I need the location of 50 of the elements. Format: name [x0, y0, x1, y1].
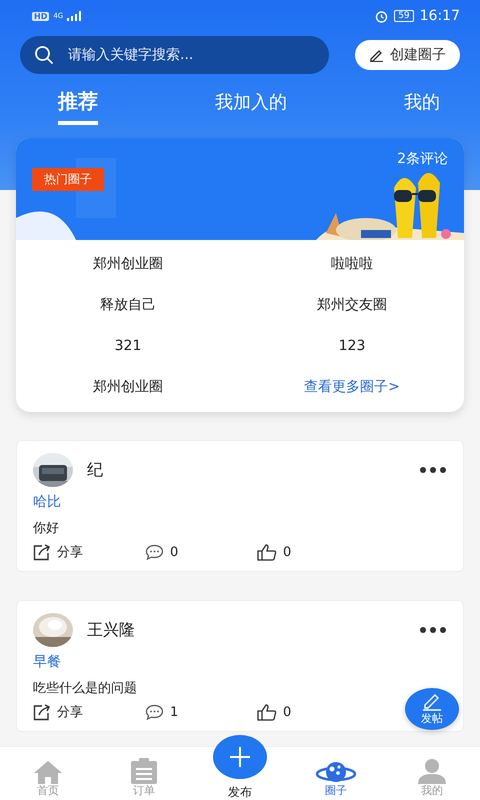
planet-icon — [316, 760, 356, 784]
alarm-icon — [375, 10, 388, 22]
comment-icon — [145, 544, 164, 560]
pencil-icon — [369, 48, 384, 62]
circle-name[interactable]: 321 — [16, 326, 240, 367]
share-button[interactable]: 分享 — [33, 703, 145, 721]
hot-circle-badge: 热门圈子 — [32, 168, 104, 191]
comment-count: 2条评论 — [397, 150, 448, 168]
clipboard-icon — [130, 758, 158, 784]
author-name: 王兴隆 — [87, 620, 136, 640]
post-text: 吃些什么是的问题 — [33, 680, 138, 697]
circle-name[interactable]: 释放自己 — [16, 285, 240, 326]
post-text: 你好 — [33, 520, 60, 537]
person-icon — [418, 758, 446, 784]
share-icon — [33, 544, 51, 560]
clock-time: 16:17 — [420, 8, 460, 24]
tab[interactable]: 我的 — [404, 86, 440, 125]
share-button[interactable]: 分享 — [33, 543, 145, 561]
comment-button[interactable]: 1 — [145, 704, 257, 720]
home-icon — [33, 760, 63, 784]
network-label: HD — [32, 12, 50, 20]
circle-name[interactable]: 郑州交友圈 — [240, 285, 464, 326]
nav-tab[interactable]: 圈子 — [288, 747, 384, 800]
comment-button[interactable]: 0 — [145, 544, 257, 560]
circle-tag[interactable]: 早餐 — [33, 653, 447, 671]
signal-icon — [67, 11, 84, 21]
search-input[interactable]: 请输入关键字搜索... — [66, 46, 315, 64]
circle-name[interactable]: 123 — [240, 326, 464, 367]
tab[interactable]: 我加入的 — [215, 86, 287, 125]
create-circle-button[interactable]: 创建圈子 — [355, 40, 460, 70]
circle-name[interactable]: 啦啦啦 — [240, 244, 464, 285]
more-icon[interactable] — [419, 626, 447, 634]
search-bar[interactable]: 请输入关键字搜索... — [20, 36, 329, 74]
circle-name[interactable]: 郑州创业圈 — [16, 367, 240, 408]
battery-indicator: 59 — [394, 10, 414, 22]
search-icon — [34, 45, 54, 65]
like-button[interactable]: 0 — [257, 543, 369, 561]
thumbs-up-icon — [257, 543, 277, 561]
tab[interactable]: 推荐 — [58, 86, 98, 125]
circle-tag[interactable]: 哈比 — [33, 493, 447, 511]
author-name: 纪 — [87, 460, 104, 480]
more-icon[interactable] — [419, 466, 447, 474]
share-icon — [33, 704, 51, 720]
circle-name[interactable]: 郑州创业圈 — [16, 244, 240, 285]
thumbs-up-icon — [257, 703, 277, 721]
more-circles-link[interactable]: 查看更多圈子> — [240, 367, 464, 408]
plus-icon — [229, 746, 251, 768]
comment-icon — [145, 704, 164, 720]
pencil-icon — [421, 692, 443, 710]
like-button[interactable]: 0 — [257, 703, 369, 721]
